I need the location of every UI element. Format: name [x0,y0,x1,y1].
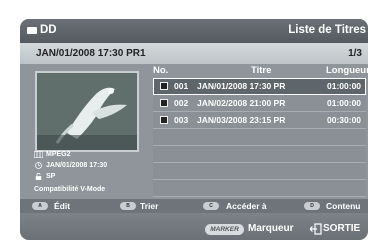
item-title: JAN/01/2008 17:30 PR [197,81,286,91]
codec-label: MPEG2 [46,151,71,158]
goto-button-label[interactable]: Accéder à [226,201,267,211]
quality-label: SP [46,173,56,180]
list-item[interactable]: 001 JAN/01/2008 17:30 PR 01:00:00 [153,78,366,95]
title-list-screen: DD Liste de Titres JAN/01/2008 17:30 PR1… [20,19,368,240]
checkbox-icon[interactable] [160,99,168,107]
item-no: 001 [174,81,189,91]
marker-label[interactable]: Marqueur [248,223,294,234]
list-item[interactable]: 002 JAN/02/2008 21:00 PR 01:00:00 [153,95,366,112]
list-item[interactable]: 003 JAN/03/2008 23:15 PR 00:30:00 [153,112,366,129]
top-bar: DD Liste de Titres [20,19,368,43]
sort-button-label[interactable]: Trier [140,201,158,211]
lock-icon [35,173,42,180]
item-title: JAN/02/2008 21:00 PR [197,98,286,108]
exit-label[interactable]: SORTIE [323,223,360,234]
column-length: Longueur [326,65,368,76]
empty-row [153,129,366,146]
preview-thumbnail [35,71,139,152]
content-button-label[interactable]: Contenu [326,201,360,211]
button-d-key[interactable]: D [304,202,320,210]
item-title: JAN/03/2008 23:15 PR [197,115,286,125]
recording-info: MPEG2 JAN/01/2008 17:30 SP Compatibilité… [34,149,142,195]
item-no: 002 [174,98,189,108]
recorded-date: JAN/01/2008 17:30 [46,162,108,169]
color-button-bar: A Édit B Trier C Accéder à D Contenu [20,199,368,213]
title-list: 001 JAN/01/2008 17:30 PR 01:00:00 002 JA… [153,78,366,197]
compat-label: Compatibilité V-Mode [34,186,106,193]
footer-bar: MARKER Marqueur SORTIE [20,213,368,240]
device-label: DD [40,24,57,36]
empty-row [153,163,366,180]
checkbox-icon[interactable] [160,116,168,124]
page-indicator: 1/3 [348,48,362,59]
item-length: 01:00:00 [327,81,362,91]
checkbox-icon[interactable] [160,82,168,90]
list-header: No. Titre Longueur [153,65,368,77]
current-title: JAN/01/2008 17:30 PR1 [36,48,146,59]
item-no: 003 [174,115,189,125]
empty-row [153,146,366,163]
button-a-key[interactable]: A [32,202,48,210]
clock-icon [35,162,42,169]
button-c-key[interactable]: C [203,202,219,210]
exit-icon[interactable] [310,223,322,235]
button-b-key[interactable]: B [120,202,136,210]
item-length: 01:00:00 [327,98,362,108]
marker-button[interactable]: MARKER [205,224,244,235]
bird-preview-image [37,73,137,150]
current-title-bar: JAN/01/2008 17:30 PR1 1/3 [20,43,368,64]
column-title: Titre [251,65,272,76]
empty-row [153,180,366,197]
screen-title: Liste de Titres [288,24,366,36]
item-length: 00:30:00 [327,115,362,125]
film-icon [34,151,43,158]
edit-button-label[interactable]: Édit [54,201,70,211]
disc-icon [27,27,37,34]
column-no: No. [153,65,169,76]
